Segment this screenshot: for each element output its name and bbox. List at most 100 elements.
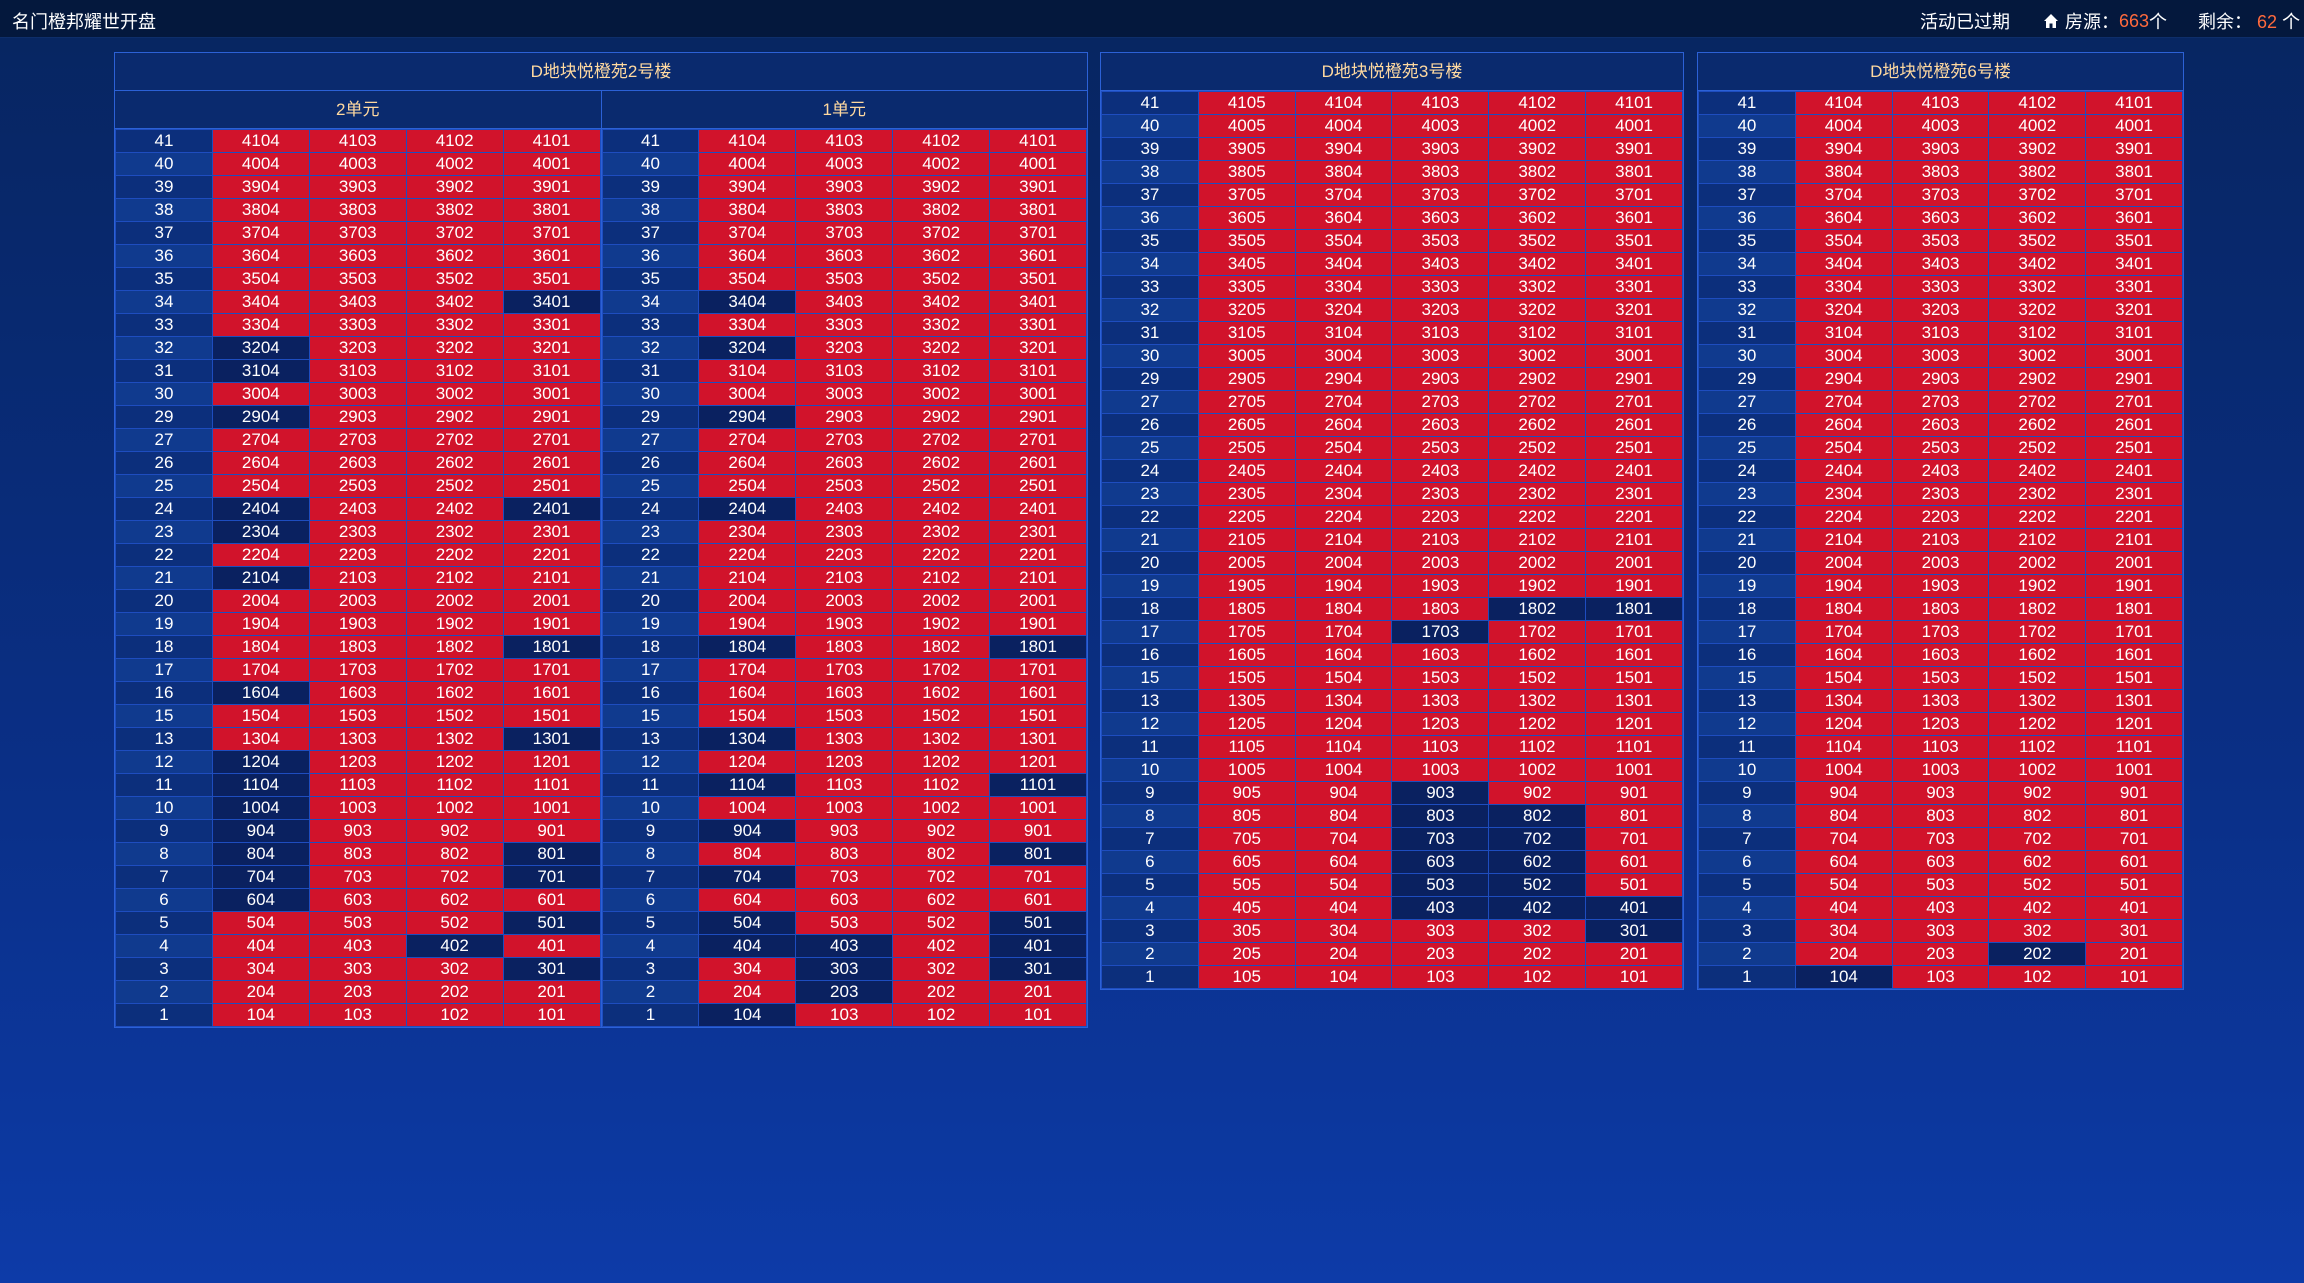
room-cell-sold[interactable]: 4101 [2085,91,2183,115]
room-cell-sold[interactable]: 2202 [892,543,991,567]
room-cell-sold[interactable]: 1604 [698,681,797,705]
room-cell-sold[interactable]: 901 [1585,781,1683,805]
room-cell-sold[interactable]: 4102 [892,129,991,153]
room-cell-sold[interactable]: 1302 [1488,689,1587,713]
room-cell-sold[interactable]: 3203 [795,336,894,360]
room-cell-sold[interactable]: 404 [1794,896,1893,920]
room-cell-available[interactable]: 2904 [698,405,797,429]
room-cell-sold[interactable]: 3702 [892,221,991,245]
room-cell-available[interactable]: 1801 [1585,597,1683,621]
room-cell-sold[interactable]: 1303 [1891,689,1990,713]
room-cell-available[interactable]: 2404 [211,497,310,521]
room-cell-sold[interactable]: 2901 [2085,367,2183,391]
room-cell-sold[interactable]: 1003 [1891,758,1990,782]
room-cell-sold[interactable]: 2002 [405,589,504,613]
room-cell-sold[interactable]: 1902 [1988,574,2087,598]
room-cell-available[interactable]: 2404 [698,497,797,521]
room-cell-sold[interactable]: 3103 [308,359,407,383]
room-cell-sold[interactable]: 3102 [405,359,504,383]
room-cell-sold[interactable]: 2603 [1391,413,1490,437]
room-cell-sold[interactable]: 1105 [1197,735,1296,759]
room-cell-sold[interactable]: 1301 [2085,689,2183,713]
room-cell-sold[interactable]: 2603 [308,451,407,475]
room-cell-sold[interactable]: 3603 [795,244,894,268]
room-cell-sold[interactable]: 2701 [989,428,1087,452]
room-cell-available[interactable]: 1104 [698,773,797,797]
room-cell-sold[interactable]: 1504 [698,704,797,728]
room-cell-sold[interactable]: 1001 [1585,758,1683,782]
room-cell-sold[interactable]: 402 [892,934,991,958]
room-cell-sold[interactable]: 2301 [1585,482,1683,506]
room-cell-sold[interactable]: 1601 [989,681,1087,705]
room-cell-sold[interactable]: 2601 [2085,413,2183,437]
room-cell-sold[interactable]: 3204 [1294,298,1393,322]
room-cell-sold[interactable]: 1202 [1488,712,1587,736]
room-cell-sold[interactable]: 802 [1988,804,2087,828]
room-cell-sold[interactable]: 2101 [1585,528,1683,552]
room-cell-sold[interactable]: 2104 [1294,528,1393,552]
room-cell-sold[interactable]: 2201 [989,543,1087,567]
room-cell-sold[interactable]: 3104 [1294,321,1393,345]
room-cell-sold[interactable]: 3302 [892,313,991,337]
room-cell-sold[interactable]: 2604 [698,451,797,475]
room-cell-sold[interactable]: 3302 [1488,275,1587,299]
room-cell-sold[interactable]: 3804 [1294,160,1393,184]
room-cell-sold[interactable]: 3402 [405,290,504,314]
room-cell-sold[interactable]: 103 [308,1003,407,1027]
room-cell-available[interactable]: 802 [1488,804,1587,828]
room-cell-sold[interactable]: 1703 [795,658,894,682]
room-cell-sold[interactable]: 4102 [405,129,504,153]
room-cell-sold[interactable]: 1704 [698,658,797,682]
room-cell-sold[interactable]: 1304 [211,727,310,751]
room-cell-sold[interactable]: 2203 [1891,505,1990,529]
room-cell-sold[interactable]: 302 [892,957,991,981]
room-cell-sold[interactable]: 4102 [1488,91,1587,115]
room-cell-available[interactable]: 3404 [698,290,797,314]
room-cell-available[interactable]: 1101 [989,773,1087,797]
room-cell-sold[interactable]: 3704 [211,221,310,245]
room-cell-sold[interactable]: 1802 [405,635,504,659]
room-cell-sold[interactable]: 303 [1391,919,1490,943]
room-cell-sold[interactable]: 3303 [795,313,894,337]
room-cell-sold[interactable]: 1103 [1891,735,1990,759]
room-cell-available[interactable]: 504 [698,911,797,935]
room-cell-sold[interactable]: 503 [795,911,894,935]
room-cell-sold[interactable]: 2902 [1988,367,2087,391]
room-cell-sold[interactable]: 1202 [892,750,991,774]
room-cell-sold[interactable]: 3301 [2085,275,2183,299]
room-cell-sold[interactable]: 2004 [211,589,310,613]
room-cell-sold[interactable]: 2002 [1488,551,1587,575]
room-cell-sold[interactable]: 3603 [1391,206,1490,230]
room-cell-sold[interactable]: 604 [1294,850,1393,874]
room-cell-sold[interactable]: 3903 [1391,137,1490,161]
room-cell-sold[interactable]: 2904 [1794,367,1893,391]
room-cell-sold[interactable]: 301 [2085,919,2183,943]
room-cell-available[interactable]: 503 [1391,873,1490,897]
room-cell-sold[interactable]: 3202 [405,336,504,360]
room-cell-sold[interactable]: 2703 [308,428,407,452]
room-cell-sold[interactable]: 3703 [1391,183,1490,207]
room-cell-sold[interactable]: 3501 [2085,229,2183,253]
room-cell-sold[interactable]: 3901 [989,175,1087,199]
room-cell-sold[interactable]: 1501 [2085,666,2183,690]
room-cell-sold[interactable]: 3103 [795,359,894,383]
room-cell-sold[interactable]: 2903 [308,405,407,429]
room-cell-sold[interactable]: 604 [1794,850,1893,874]
room-cell-sold[interactable]: 4003 [1891,114,1990,138]
room-cell-sold[interactable]: 903 [1891,781,1990,805]
room-cell-sold[interactable]: 2103 [1891,528,1990,552]
room-cell-sold[interactable]: 1503 [1391,666,1490,690]
room-cell-sold[interactable]: 1002 [1488,758,1587,782]
room-cell-sold[interactable]: 1004 [698,796,797,820]
room-cell-sold[interactable]: 1902 [892,612,991,636]
room-cell-sold[interactable]: 3603 [1891,206,1990,230]
room-cell-sold[interactable]: 1701 [989,658,1087,682]
room-cell-sold[interactable]: 1104 [1794,735,1893,759]
room-cell-sold[interactable]: 2503 [308,474,407,498]
room-cell-sold[interactable]: 2604 [1794,413,1893,437]
room-cell-sold[interactable]: 2104 [698,566,797,590]
room-cell-available[interactable]: 402 [405,934,504,958]
room-cell-sold[interactable]: 2101 [502,566,601,590]
room-cell-sold[interactable]: 2201 [1585,505,1683,529]
room-cell-sold[interactable]: 3303 [308,313,407,337]
